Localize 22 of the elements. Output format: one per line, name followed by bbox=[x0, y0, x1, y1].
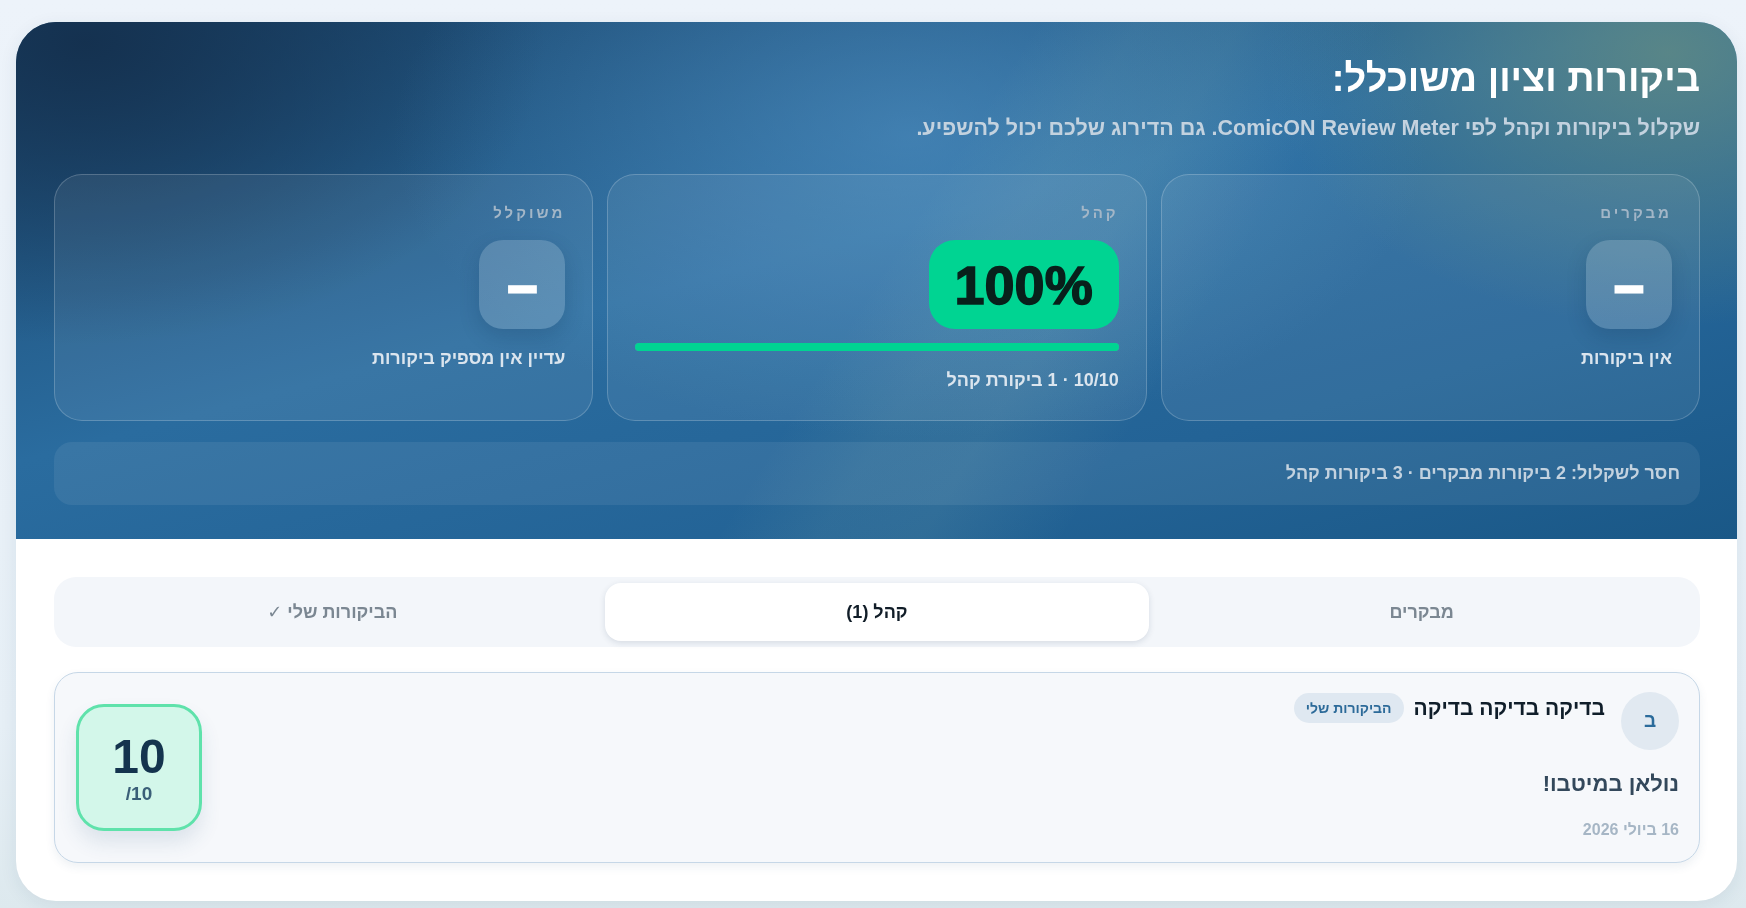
score-pill: 100% bbox=[928, 240, 1119, 329]
own-review-tag: הביקורות שלי bbox=[1293, 693, 1404, 723]
rating-scale: /10 bbox=[125, 782, 153, 805]
card-caption: עדיין אין מספיק ביקורות bbox=[372, 347, 566, 370]
avatar: ב bbox=[1621, 692, 1679, 750]
rating-value: 10 bbox=[112, 730, 166, 783]
tab[interactable]: הביקורות שלי ✓ bbox=[60, 583, 605, 641]
card-label: משוקלל bbox=[493, 203, 566, 223]
tab[interactable]: קהל (1) bbox=[604, 583, 1150, 641]
card-label: קהל bbox=[1081, 203, 1119, 223]
review-text: נולאן במיטבו! bbox=[1542, 770, 1679, 798]
card-caption: אין ביקורות bbox=[1580, 347, 1672, 370]
author-name: בדיקה בדיקה בדיקה bbox=[1413, 695, 1605, 721]
card-label: מבקרים bbox=[1600, 203, 1672, 223]
tab[interactable]: מבקרים bbox=[1149, 583, 1694, 641]
missing-reviews-note: חסר לשקלול: 2 ביקורות מבקרים · 3 ביקורות קהל bbox=[54, 442, 1700, 505]
section-subtitle: שקלול ביקורות וקהל לפי ComicON Review Meter. גם הדירוג שלכם יכול להשפיע. bbox=[915, 115, 1700, 141]
score-tile: – bbox=[1586, 240, 1672, 329]
section-title: ביקורות וציון משוכלל: bbox=[1330, 56, 1700, 100]
card-caption: 10/10 · 1 ביקורת קהל bbox=[946, 369, 1119, 392]
score-tile: – bbox=[479, 240, 566, 329]
review-date: 16 ביולי 2026 bbox=[1582, 820, 1679, 840]
